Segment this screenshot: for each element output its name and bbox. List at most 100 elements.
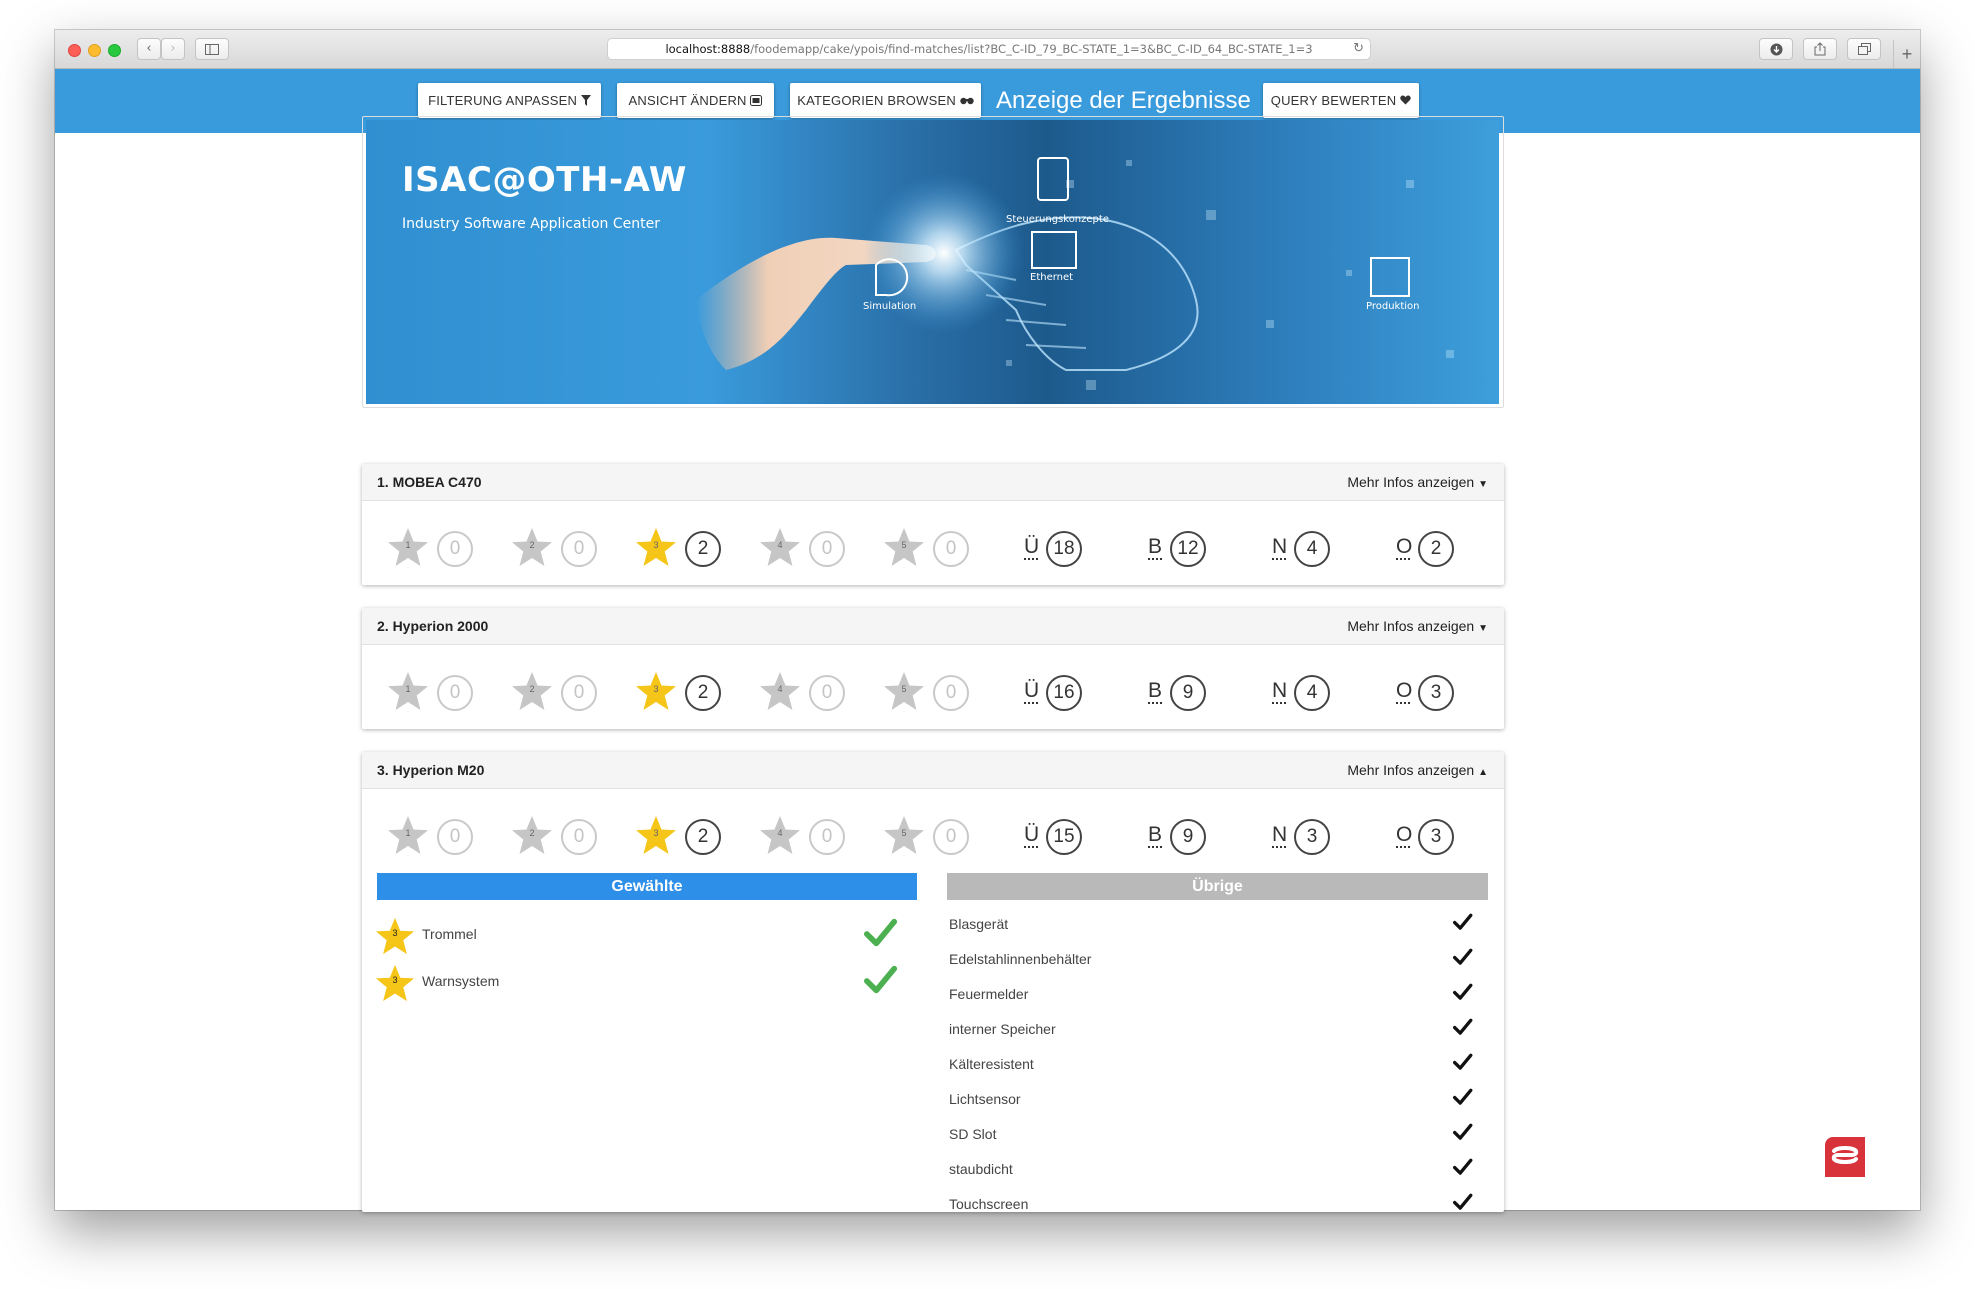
more-info-label: Mehr Infos anzeigen [1347,762,1475,778]
banner-subtitle: Industry Software Application Center [402,216,660,232]
filter-adjust-label: FILTERUNG ANPASSEN [428,93,578,108]
rate-query-button[interactable]: QUERY BEWERTEN [1263,83,1419,118]
other-item: Edelstahlinnenbehälter [949,944,1489,974]
other-item-label: Touchscreen [949,1196,1029,1212]
star-count-badge: 0 [561,819,597,855]
more-info-toggle[interactable]: Mehr Infos anzeigen ▼ [1347,464,1488,503]
address-bar[interactable]: localhost:8888/foodemapp/cake/ypois/find… [607,38,1371,60]
browser-toolbar: ‹ › localhost:8888/foodemapp/cake/ypois/… [55,30,1920,69]
other-item: Feuermelder [949,979,1489,1009]
caret-down-icon: ▼ [1478,479,1488,490]
category-count-badge: 9 [1170,675,1206,711]
star-level: 5 [901,828,907,838]
category-count-badge: 3 [1418,819,1454,855]
selected-item: 3 Warnsystem [374,963,904,1003]
other-item-label: interner Speicher [949,1021,1056,1037]
share-icon [1814,42,1826,56]
downloads-button[interactable] [1759,38,1793,60]
sidebar-icon [205,44,219,55]
star-count-badge: 0 [809,531,845,567]
result-card-header[interactable]: 1. MOBEA C470 Mehr Infos anzeigen ▼ [362,464,1504,501]
more-info-toggle[interactable]: Mehr Infos anzeigen ▲ [1347,752,1488,791]
check-icon [1453,947,1473,967]
check-icon [864,916,898,950]
category-count-badge: 4 [1294,675,1330,711]
star-level: 2 [529,828,535,838]
banner-label-produktion: Produktion [1366,301,1420,312]
category-count-badge: 18 [1046,531,1082,567]
printer-icon [1370,257,1410,297]
star-level: 2 [529,684,535,694]
other-item-label: Feuermelder [949,986,1029,1002]
star-count-badge: 2 [685,819,721,855]
result-card-header[interactable]: 3. Hyperion M20 Mehr Infos anzeigen ▲ [362,752,1504,789]
star-level: 5 [901,540,907,550]
category-count-badge: 2 [1418,531,1454,567]
other-item-label: Blasgerät [949,916,1009,932]
caret-down-icon: ▼ [1478,623,1488,634]
selected-item-label: Trommel [422,926,477,942]
category-letter: B [1148,679,1163,702]
browse-categories-label: KATEGORIEN BROWSEN [797,93,956,108]
reload-icon[interactable]: ↻ [1353,39,1364,59]
more-info-label: Mehr Infos anzeigen [1347,474,1475,490]
star-level: 3 [392,928,398,938]
star-count-badge: 0 [933,675,969,711]
cake-icon [1831,1146,1859,1164]
star-level: 1 [405,540,411,550]
close-window-button[interactable] [68,44,81,57]
change-view-label: ANSICHT ÄNDERN [628,93,747,108]
back-button[interactable]: ‹ [137,38,161,60]
category-count-badge: 12 [1170,531,1206,567]
star-level: 3 [653,540,659,550]
change-view-button[interactable]: ANSICHT ÄNDERN [617,83,774,118]
category-letter: B [1148,823,1163,846]
star-count-badge: 2 [685,531,721,567]
selected-item-label: Warnsystem [422,973,500,989]
new-tab-button[interactable]: + [1893,40,1920,68]
category-letter: O [1396,679,1413,702]
result-card: 2. Hyperion 2000 Mehr Infos anzeigen ▼ 1 0 2… [362,608,1504,729]
other-item: Blasgerät [949,909,1489,939]
category-letter: N [1272,679,1288,702]
check-icon [1453,1087,1473,1107]
filter-adjust-button[interactable]: FILTERUNG ANPASSEN [418,83,601,118]
window-icon [750,95,763,106]
result-title: 2. Hyperion 2000 [377,618,489,634]
category-letter: Ü [1024,823,1040,846]
star-count-badge: 0 [561,531,597,567]
category-letter: N [1272,823,1288,846]
check-icon [1453,912,1473,932]
result-card-header[interactable]: 2. Hyperion 2000 Mehr Infos anzeigen ▼ [362,608,1504,645]
selected-heading: Gewählte [377,873,917,900]
forward-button[interactable]: › [161,38,185,60]
sidebar-toggle-button[interactable] [195,38,229,60]
other-item-label: Lichtsensor [949,1091,1021,1107]
browse-categories-button[interactable]: KATEGORIEN BROWSEN [790,83,981,118]
more-info-toggle[interactable]: Mehr Infos anzeigen ▼ [1347,608,1488,647]
star-level: 3 [653,684,659,694]
category-count-badge: 9 [1170,819,1206,855]
url-host: localhost:8888 [665,42,751,56]
more-info-label: Mehr Infos anzeigen [1347,618,1475,634]
star-level: 3 [392,975,398,985]
download-icon [1770,43,1782,56]
category-count-badge: 3 [1418,675,1454,711]
selected-item: 3 Trommel [374,916,904,956]
star-level: 1 [405,828,411,838]
category-letter: Ü [1024,679,1040,702]
result-title: 1. MOBEA C470 [377,474,482,490]
app-badge-icon[interactable] [1825,1137,1865,1177]
check-icon [864,963,898,997]
other-item: Touchscreen [949,1189,1489,1219]
check-icon [1453,1157,1473,1177]
tabs-overview-button[interactable] [1847,38,1881,60]
share-button[interactable] [1803,38,1837,60]
category-letter: O [1396,535,1413,558]
minimize-window-button[interactable] [88,44,101,57]
banner-label-steuerung: Steuerungskonzepte [1006,214,1109,225]
zoom-window-button[interactable] [108,44,121,57]
other-item-label: SD Slot [949,1126,997,1142]
star-level: 5 [901,684,907,694]
star-level: 4 [777,684,783,694]
